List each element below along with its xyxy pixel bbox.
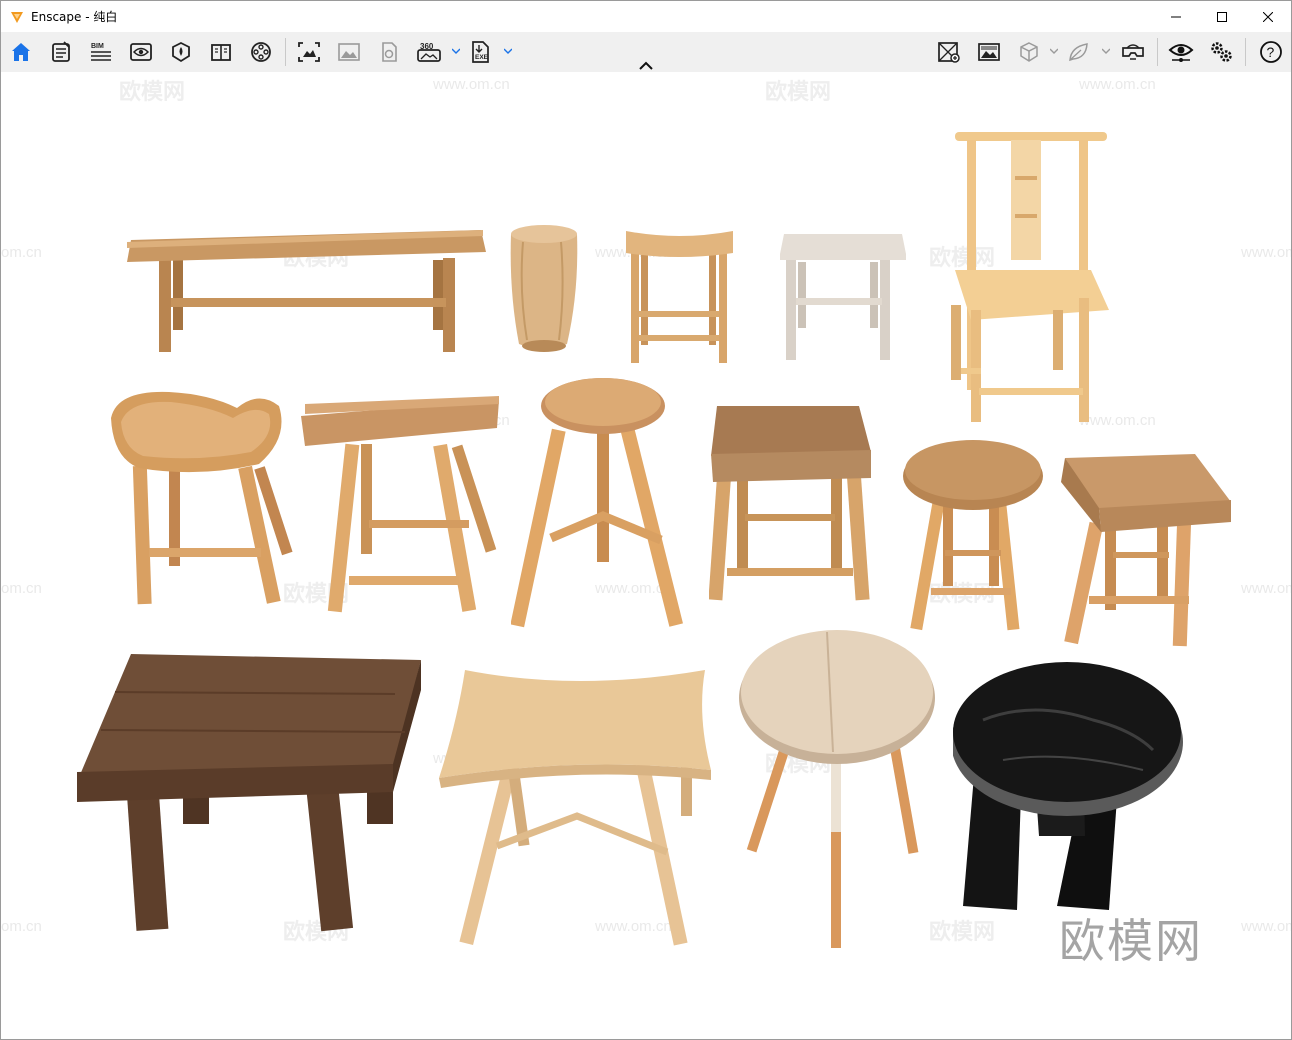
toolbar-separator: [1245, 38, 1246, 66]
minimize-icon: [1171, 16, 1181, 17]
title-bar: Enscape - 纯白: [1, 1, 1291, 32]
vr-headset-icon: [1122, 44, 1144, 60]
settings-gears-icon: [1211, 42, 1232, 62]
watermark-url: www.om.cn: [1241, 244, 1291, 261]
watermark-logo: 欧模网: [119, 80, 186, 105]
material-button[interactable]: [167, 38, 195, 66]
visual-settings-eye-icon: [1168, 44, 1194, 62]
bim-icon: BIM: [91, 43, 111, 61]
watermark-url: www.om.cn: [433, 76, 510, 93]
chevron-down-icon: [504, 48, 512, 54]
chevron-down-icon: [452, 48, 460, 54]
maximize-button[interactable]: [1199, 1, 1245, 32]
watermark-url: om.cn: [1, 580, 42, 597]
rectangular-stool: [301, 396, 499, 613]
small-round-stool: [903, 440, 1043, 631]
video-reel-icon: [251, 42, 271, 62]
svg-text:?: ?: [1267, 44, 1275, 60]
svg-text:EXE: EXE: [475, 54, 489, 61]
leaf-dropdown[interactable]: [1101, 45, 1111, 57]
saddle-seat-stool: [111, 391, 293, 605]
help-button[interactable]: ?: [1257, 38, 1285, 66]
square-stool: [709, 406, 871, 601]
gallery-button[interactable]: [335, 38, 363, 66]
settings-button[interactable]: [1207, 38, 1235, 66]
round-tripod-stool: [511, 378, 683, 628]
exe-export-icon: EXE: [472, 41, 489, 63]
white-stool: [780, 234, 906, 360]
round-side-table: [739, 630, 935, 948]
home-icon: [12, 43, 30, 61]
toolbar-separator: [285, 38, 286, 66]
toolbar-separator: [1157, 38, 1158, 66]
bim-button[interactable]: BIM: [87, 38, 115, 66]
exe-dropdown[interactable]: [503, 45, 513, 57]
screenshot-button[interactable]: [295, 38, 323, 66]
atmosphere-icon: [978, 43, 1000, 61]
watermark-url: www.om.cn: [1079, 76, 1156, 93]
notes-icon: [52, 41, 70, 62]
view-eye-icon: [130, 43, 152, 61]
watermark-url: www.om.cn: [1241, 918, 1291, 935]
cube-view-dropdown[interactable]: [1049, 45, 1059, 57]
notes-button[interactable]: [47, 38, 75, 66]
watermark-url: www.om.cn: [1241, 580, 1291, 597]
visual-settings-button[interactable]: [1167, 38, 1195, 66]
material-icon: [172, 41, 190, 63]
chevron-down-icon: [1050, 48, 1058, 54]
asset-library-button[interactable]: [935, 38, 963, 66]
screenshot-icon: [298, 42, 320, 62]
ming-style-chair: [951, 132, 1109, 422]
watermark-logo: 欧模网: [765, 80, 832, 105]
asset-library-icon: [938, 42, 960, 63]
rustic-dark-bench: [77, 654, 421, 932]
minimize-button[interactable]: [1153, 1, 1199, 32]
batch-render-icon: [382, 42, 397, 62]
exe-export-button[interactable]: EXE: [467, 38, 495, 66]
book-icon: [211, 44, 231, 61]
cube-view-icon: [1020, 42, 1038, 62]
chevron-down-icon: [1102, 48, 1110, 54]
panorama-dropdown[interactable]: [451, 45, 461, 57]
watermark-url: om.cn: [1, 918, 42, 935]
panorama-360-icon: 360: [417, 42, 441, 62]
maximize-icon: [1217, 11, 1227, 22]
render-viewport[interactable]: 欧模网 www.om.cn 欧模网 www.om.cn om.cn 欧模网 ww…: [1, 72, 1291, 1039]
close-button[interactable]: [1245, 1, 1291, 32]
enscape-window: Enscape - 纯白 BIM 360 EXE ? 欧模网 www.om.cn…: [0, 0, 1292, 1040]
saddle-stool: [626, 231, 733, 363]
toolbar: BIM 360 EXE ?: [1, 32, 1291, 72]
watermark-logo-large: 欧模网: [1059, 914, 1203, 968]
curved-bench: [439, 670, 711, 946]
atmosphere-button[interactable]: [975, 38, 1003, 66]
cube-view-button[interactable]: [1015, 38, 1043, 66]
svg-text:BIM: BIM: [91, 43, 104, 50]
view-button[interactable]: [127, 38, 155, 66]
window-title: Enscape - 纯白: [31, 10, 118, 24]
panorama-button[interactable]: 360: [415, 38, 443, 66]
chevron-up-icon: [639, 61, 653, 70]
drum-stool: [510, 225, 578, 352]
square-top-stool: [1061, 454, 1231, 647]
watermark-url: om.cn: [1, 244, 42, 261]
close-icon: [1263, 11, 1273, 22]
home-button[interactable]: [7, 38, 35, 66]
book-button[interactable]: [207, 38, 235, 66]
collapse-toolbar-button[interactable]: [637, 59, 655, 71]
batch-render-button[interactable]: [375, 38, 403, 66]
image-gallery-icon: [338, 43, 360, 61]
enscape-logo-icon: [11, 11, 23, 23]
help-icon: ?: [1260, 41, 1282, 63]
video-button[interactable]: [247, 38, 275, 66]
leaf-button[interactable]: [1065, 38, 1093, 66]
black-round-stool: [953, 662, 1183, 910]
leaf-icon: [1069, 43, 1088, 62]
long-bench: [127, 230, 486, 352]
vr-headset-button[interactable]: [1119, 38, 1147, 66]
